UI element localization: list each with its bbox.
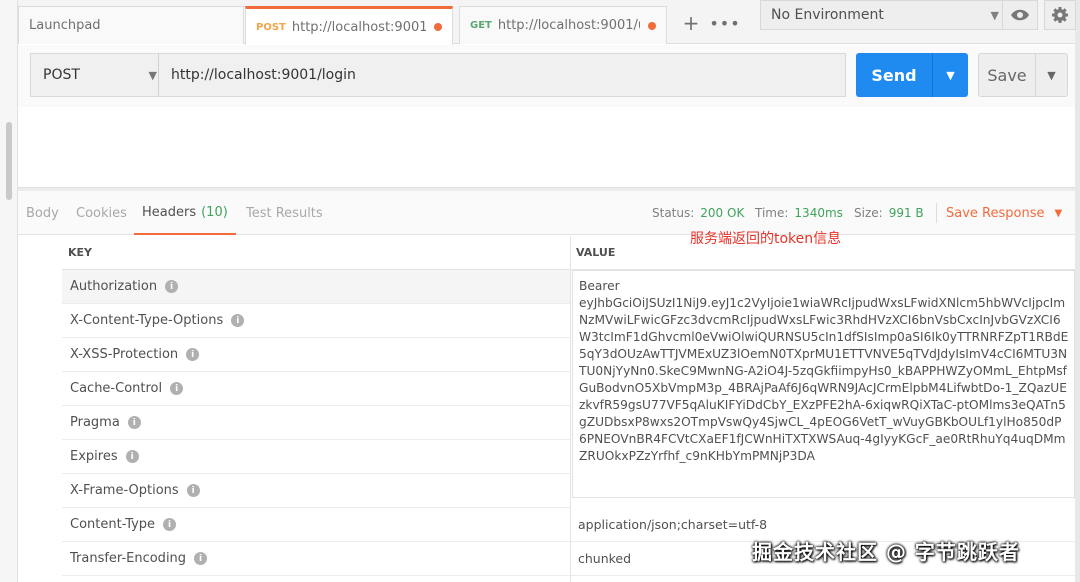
header-key: Authorization (70, 279, 158, 294)
tab-body-label: Body (26, 205, 59, 221)
watermark-text: 掘金技术社区 @ 字节跳跃者 (752, 540, 1020, 564)
scrollbar-thumb[interactable] (6, 122, 12, 200)
authorization-token-text: Bearer eyJhbGciOiJSUzI1NiJ9.eyJ1c2VyIjoi… (579, 279, 1069, 463)
header-key: Expires (70, 449, 118, 464)
header-key: Pragma (70, 415, 120, 430)
info-icon[interactable]: i (186, 348, 200, 361)
settings-button[interactable] (1044, 0, 1076, 30)
header-key: X-Frame-Options (70, 483, 179, 498)
send-button[interactable]: Send ▼ (856, 53, 968, 97)
right-scrollbar[interactable] (1075, 0, 1080, 582)
value-column-header: VALUE (576, 246, 616, 259)
request-editor-area[interactable] (62, 107, 1075, 187)
chevron-down-icon: ▼ (148, 68, 157, 82)
token-annotation: 服务端返回的token信息 (690, 231, 842, 247)
tab-headers-label: Headers (142, 204, 197, 220)
new-tab-plus-icon[interactable]: + (678, 10, 704, 36)
tab-test-results-label: Test Results (246, 205, 323, 221)
table-row: Expires i (62, 440, 570, 474)
header-key: Transfer-Encoding (70, 551, 187, 566)
unsaved-dot-icon (648, 21, 656, 30)
header-value: chunked (578, 551, 632, 566)
chevron-down-icon: ▼ (1054, 207, 1063, 219)
send-options-chevron-icon[interactable]: ▼ (932, 53, 968, 97)
size-label: Size: (854, 206, 883, 220)
chevron-down-icon: ▼ (990, 8, 999, 22)
header-key: Cache-Control (70, 381, 163, 396)
send-button-label: Send (871, 65, 917, 85)
info-icon[interactable]: i (165, 280, 179, 293)
response-tab-bar: Body Cookies Headers (10) Test Results S… (18, 191, 1075, 235)
tab-headers[interactable]: Headers (10) (134, 191, 236, 235)
table-row: X-Content-Type-Options i (62, 304, 570, 338)
info-icon[interactable]: i (186, 484, 200, 497)
unsaved-dot-icon (434, 23, 442, 31)
status-label: Status: (652, 206, 695, 220)
info-icon[interactable]: i (194, 552, 208, 565)
size-value: 991 B (888, 206, 924, 220)
request-tab-bar: Launchpad POST http://localhost:9001/lo.… (18, 0, 1076, 45)
tab-post-login[interactable]: POST http://localhost:9001/lo... (245, 6, 453, 45)
time-label: Time: (755, 206, 789, 220)
tab-launchpad[interactable]: Launchpad (18, 6, 244, 44)
tab-get-user[interactable]: GET http://localhost:9001/use... (459, 6, 667, 44)
info-icon[interactable]: i (231, 314, 245, 327)
response-headers-table: KEY VALUE Authorization i X-Content-Type… (62, 236, 1075, 582)
request-url-input[interactable]: http://localhost:9001/login (158, 53, 846, 97)
tab-label: Launchpad (29, 18, 101, 33)
key-column-header: KEY (68, 246, 93, 259)
tab-method-badge: GET (470, 20, 492, 31)
info-icon[interactable]: i (170, 382, 184, 395)
gear-icon (1052, 7, 1068, 23)
authorization-value-cell[interactable]: Bearer eyJhbGciOiJSUzI1NiJ9.eyJ1c2VyIjoi… (572, 270, 1075, 498)
environment-quick-look-button[interactable] (1002, 0, 1038, 30)
save-options-chevron-icon[interactable]: ▼ (1035, 54, 1067, 96)
table-row: Authorization i (62, 270, 570, 304)
tab-label: http://localhost:9001/use... (497, 18, 640, 33)
postman-window: Launchpad POST http://localhost:9001/lo.… (0, 0, 1080, 582)
tab-cookies[interactable]: Cookies (76, 191, 127, 235)
table-header-row: KEY VALUE (62, 236, 1075, 270)
environment-select[interactable]: No Environment ▼ (760, 0, 1010, 30)
request-url-value: http://localhost:9001/login (171, 67, 356, 83)
header-key: X-Content-Type-Options (70, 313, 224, 328)
divider (936, 203, 937, 223)
request-bar: POST ▼ http://localhost:9001/login Send … (18, 45, 1075, 107)
table-row: X-XSS-Protection i (62, 338, 570, 372)
tab-method-badge: POST (256, 21, 286, 33)
table-row: Pragma i (62, 406, 570, 440)
header-value: application/json;charset=utf-8 (578, 517, 768, 532)
info-icon[interactable]: i (125, 450, 139, 463)
http-method-value: POST (43, 67, 80, 83)
time-value: 1340ms (794, 206, 843, 220)
tab-label: http://localhost:9001/lo... (291, 19, 426, 35)
status-value: 200 OK (700, 206, 745, 220)
save-button[interactable]: Save ▼ (978, 53, 1068, 97)
environment-selected-value: No Environment (771, 7, 884, 23)
header-key: X-XSS-Protection (70, 347, 179, 362)
save-response-button[interactable]: Save Response ▼ (946, 191, 1062, 235)
size-readout: Size: 991 B (854, 191, 924, 235)
table-row: X-Frame-Options i (62, 474, 570, 508)
save-response-label: Save Response (946, 205, 1045, 221)
more-tabs-ellipsis-icon[interactable]: ••• (709, 10, 739, 36)
eye-icon (1011, 9, 1029, 21)
table-row: Cache-Control i (62, 372, 570, 406)
headers-count-badge: (10) (201, 204, 228, 220)
http-method-select[interactable]: POST ▼ (30, 53, 170, 97)
header-key: Content-Type (70, 517, 156, 532)
tab-cookies-label: Cookies (76, 205, 127, 221)
info-icon[interactable]: i (127, 416, 141, 429)
tab-body[interactable]: Body (26, 191, 59, 235)
info-icon[interactable]: i (163, 518, 177, 531)
save-button-label: Save (987, 65, 1027, 85)
tab-test-results[interactable]: Test Results (246, 191, 323, 235)
left-sidebar-collapsed (0, 0, 18, 582)
